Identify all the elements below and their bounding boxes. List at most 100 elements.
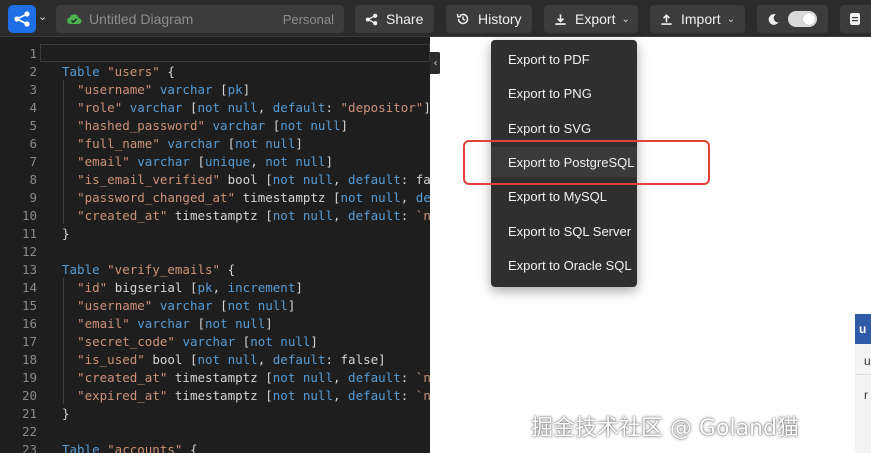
code-token: "is_used": [77, 352, 145, 367]
theme-switch[interactable]: [788, 11, 817, 27]
code-token: increment: [227, 280, 296, 295]
code-line[interactable]: 5 "hashed_password" varchar [not null]: [0, 117, 430, 135]
code-line[interactable]: 14 "id" bigserial [pk, increment]: [0, 279, 430, 297]
code-token: varchar: [137, 154, 190, 169]
code-token: `now: [415, 370, 430, 385]
code-token: "users": [107, 64, 160, 79]
code-editor[interactable]: 1 2 Table "users" {3 "username" varchar [p…: [0, 37, 430, 453]
history-button[interactable]: History: [446, 5, 532, 33]
code-line[interactable]: 3 "username" varchar [pk]: [0, 81, 430, 99]
code-token: `now: [415, 388, 430, 403]
code-line[interactable]: 11}: [0, 225, 430, 243]
code-token: not null: [340, 190, 401, 205]
code-token: {: [220, 262, 236, 277]
menu-item-export-oracle-sql[interactable]: Export to Oracle SQL: [491, 250, 637, 280]
panel-splitter[interactable]: [430, 37, 440, 453]
share-button[interactable]: Share: [355, 5, 434, 33]
diagram-title-box[interactable]: Untitled Diagram Personal: [56, 5, 344, 33]
code-token: Table: [62, 64, 108, 79]
code-line[interactable]: 21}: [0, 405, 430, 423]
code-text: "username" varchar [pk]: [62, 81, 250, 99]
code-token: "password_changed_at": [77, 190, 236, 205]
app-logo-button[interactable]: [8, 5, 36, 33]
code-text: "hashed_password" varchar [not null]: [62, 117, 348, 135]
code-line[interactable]: 13 Table "verify_emails" {: [0, 261, 430, 279]
theme-toggle[interactable]: [757, 5, 828, 33]
line-number: 3: [29, 82, 37, 97]
code-token: [: [212, 82, 228, 97]
code-line[interactable]: 10 "created_at" timestamptz [not null, d…: [0, 207, 430, 225]
code-line[interactable]: 16 "email" varchar [not null]: [0, 315, 430, 333]
diagram-table-card[interactable]: u u r: [855, 314, 871, 453]
code-token: ]: [325, 154, 333, 169]
menu-item-export-pdf[interactable]: Export to PDF: [491, 44, 637, 74]
code-token: pk: [197, 280, 213, 295]
code-line[interactable]: 17 "secret_code" varchar [not null]: [0, 333, 430, 351]
export-label: Export: [575, 11, 616, 27]
code-token: varchar: [137, 316, 190, 331]
code-token: ,: [400, 190, 416, 205]
code-line[interactable]: 19 "created_at" timestamptz [not null, d…: [0, 369, 430, 387]
menu-item-export-sql-server[interactable]: Export to SQL Server: [491, 216, 637, 246]
code-token: :: [325, 100, 341, 115]
code-text: "password_changed_at" timestamptz [not n…: [62, 189, 430, 207]
code-line[interactable]: 22: [0, 423, 430, 441]
line-number: 13: [21, 262, 37, 277]
line-number: 17: [21, 334, 37, 349]
code-token: not null: [197, 352, 258, 367]
chevron-down-icon: ⌄: [621, 13, 630, 25]
code-line[interactable]: 9 "password_changed_at" timestamptz [not…: [0, 189, 430, 207]
moon-icon: [768, 13, 779, 25]
code-token: :: [400, 370, 416, 385]
code-token: not null: [235, 136, 296, 151]
code-line[interactable]: 4 "role" varchar [not null, default: "de…: [0, 99, 430, 117]
code-token: [: [257, 172, 273, 187]
code-line[interactable]: 7 "email" varchar [unique, not null]: [0, 153, 430, 171]
export-button[interactable]: Export ⌄: [544, 5, 638, 33]
code-line[interactable]: 20 "expired_at" timestamptz [not null, d…: [0, 387, 430, 405]
code-token: {: [182, 442, 198, 453]
import-button[interactable]: Import ⌄: [650, 5, 745, 33]
code-token: "email": [77, 154, 130, 169]
code-token: ]: [423, 100, 430, 115]
code-token: "email": [77, 316, 130, 331]
line-number: 16: [21, 316, 37, 331]
menu-item-export-png[interactable]: Export to PNG: [491, 78, 637, 108]
more-button[interactable]: [840, 5, 871, 33]
code-token: "created_at": [77, 370, 168, 385]
line-number: 23: [21, 442, 37, 453]
code-text: }: [62, 405, 70, 423]
code-token: ,: [332, 172, 349, 187]
diagram-title[interactable]: Untitled Diagram: [89, 11, 193, 27]
code-line[interactable]: 23 Table "accounts" {: [0, 441, 430, 453]
code-line[interactable]: 15 "username" varchar [not null]: [0, 297, 430, 315]
code-token: [: [257, 370, 273, 385]
code-text: "expired_at" timestamptz [not null, defa…: [62, 387, 430, 405]
code-token: [: [257, 388, 273, 403]
code-line[interactable]: 6 "full_name" varchar [not null]: [0, 135, 430, 153]
code-token: ,: [257, 100, 273, 115]
code-line[interactable]: 12: [0, 243, 430, 261]
chevron-down-icon[interactable]: ⌄: [38, 10, 47, 23]
menu-item-export-svg[interactable]: Export to SVG: [491, 113, 637, 143]
menu-item-export-mysql[interactable]: Export to MySQL: [491, 181, 637, 211]
code-text: "id" bigserial [pk, increment]: [62, 279, 303, 297]
code-token: not null: [272, 208, 333, 223]
code-token: "expired_at": [77, 388, 168, 403]
code-line[interactable]: 1: [0, 45, 430, 63]
chevron-left-icon: ‹: [433, 57, 438, 69]
code-line[interactable]: 8 "is_email_verified" bool [not null, de…: [0, 171, 430, 189]
code-token: timestamptz: [174, 208, 258, 223]
code-token: bigserial: [114, 280, 183, 295]
code-line[interactable]: 2 Table "users" {: [0, 63, 430, 81]
code-line[interactable]: 18 "is_used" bool [not null, default: fa…: [0, 351, 430, 369]
